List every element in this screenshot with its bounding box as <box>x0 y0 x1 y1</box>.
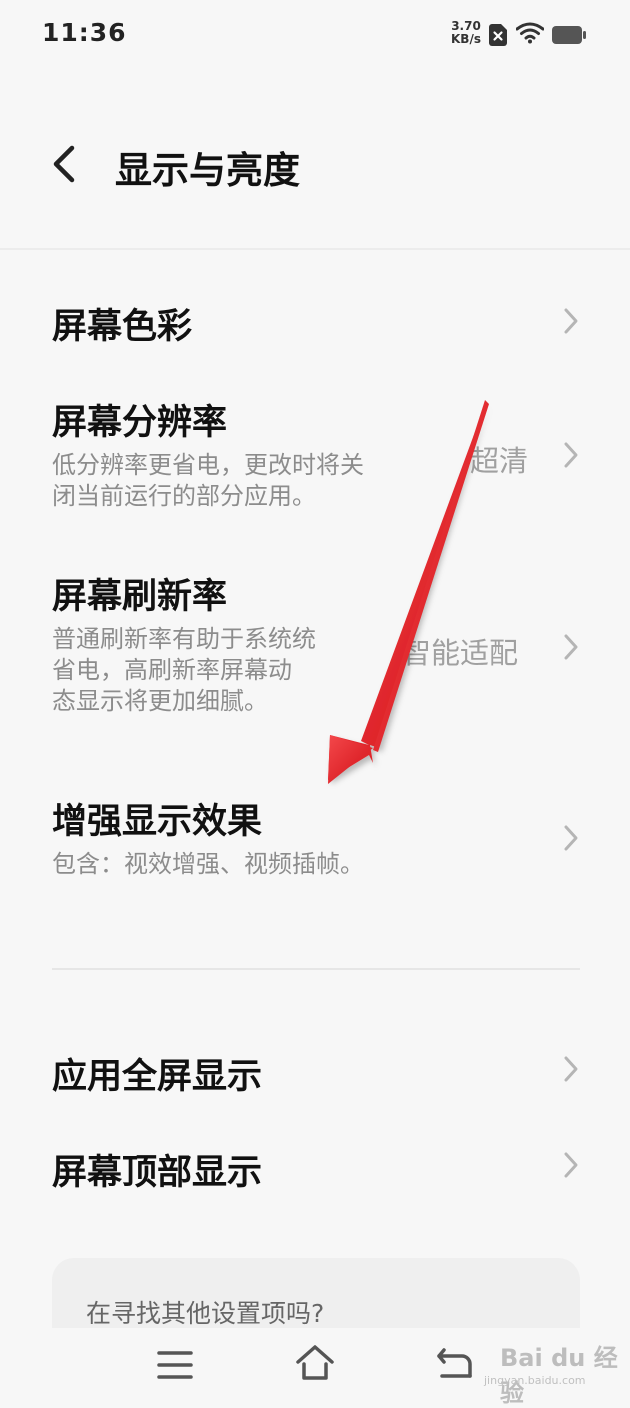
status-bar: 11:36 3.70 KB/s <box>0 0 630 70</box>
setting-title: 屏幕刷新率 <box>52 577 228 617</box>
title-bar: 显示与亮度 <box>0 110 630 220</box>
description-line: 普通刷新率有助于系统统 <box>52 625 316 653</box>
setting-screen-color[interactable]: 屏幕色彩 <box>0 280 630 360</box>
section-divider <box>52 968 580 970</box>
status-time: 11:36 <box>42 18 127 47</box>
home-icon[interactable] <box>293 1342 337 1384</box>
setting-description: 低分辨率更省电，更改时将关 闭当前运行的部分应用。 <box>52 450 432 512</box>
chevron-right-icon <box>564 634 578 660</box>
setting-enhance-display[interactable]: 增强显示效果 包含：视效增强、视频插帧。 <box>0 775 630 895</box>
setting-value: 超清 <box>470 444 529 478</box>
setting-title: 应用全屏显示 <box>52 1057 263 1097</box>
setting-screen-top-display[interactable]: 屏幕顶部显示 <box>0 1126 630 1206</box>
battery-icon <box>552 26 586 44</box>
description-line: 包含：视效增强、视频插帧。 <box>52 850 364 878</box>
menu-icon[interactable] <box>156 1348 194 1382</box>
setting-app-fullscreen[interactable]: 应用全屏显示 <box>0 1030 630 1110</box>
description-line: 闭当前运行的部分应用。 <box>52 482 316 510</box>
setting-value: 智能适配 <box>402 636 519 670</box>
setting-description: 包含：视效增强、视频插帧。 <box>52 849 432 880</box>
watermark-brand: Bai du 经验 <box>500 1344 618 1407</box>
chevron-right-icon <box>564 308 578 334</box>
chevron-right-icon <box>564 1056 578 1082</box>
chevron-right-icon <box>564 442 578 468</box>
setting-screen-resolution[interactable]: 屏幕分辨率 低分辨率更省电，更改时将关 闭当前运行的部分应用。 超清 <box>0 380 630 520</box>
watermark: Bai du 经验 jingyan.baidu.com <box>480 1328 620 1407</box>
chevron-right-icon <box>564 825 578 851</box>
setting-title: 增强显示效果 <box>52 802 263 842</box>
setting-title: 屏幕顶部显示 <box>52 1153 263 1193</box>
page-title: 显示与亮度 <box>115 149 300 192</box>
back-icon[interactable] <box>434 1344 474 1382</box>
network-speed: 3.70 KB/s <box>449 20 483 46</box>
chevron-right-icon <box>564 1152 578 1178</box>
setting-description: 普通刷新率有助于系统统 省电，高刷新率屏幕动 态显示将更加细腻。 <box>52 624 352 717</box>
suggestion-text: 在寻找其他设置项吗? <box>86 1299 325 1328</box>
watermark-site: jingyan.baidu.com <box>484 1374 586 1387</box>
description-line: 低分辨率更省电，更改时将关 <box>52 451 364 479</box>
setting-refresh-rate[interactable]: 屏幕刷新率 普通刷新率有助于系统统 省电，高刷新率屏幕动 态显示将更加细腻。 智… <box>0 550 630 740</box>
wifi-icon <box>516 22 544 44</box>
setting-title: 屏幕分辨率 <box>52 403 228 443</box>
back-button[interactable] <box>44 142 88 186</box>
description-line: 态显示将更加细腻。 <box>52 687 268 715</box>
description-line: 省电，高刷新率屏幕动 <box>52 656 292 684</box>
network-speed-unit: KB/s <box>451 32 481 46</box>
sim-x-icon <box>489 24 507 46</box>
setting-title: 屏幕色彩 <box>52 307 193 347</box>
divider <box>0 248 630 250</box>
